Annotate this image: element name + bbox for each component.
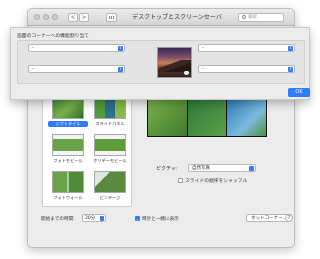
thumbnail-shifting-tiles[interactable] — [52, 97, 84, 119]
screen-saver-label[interactable]: ホリデーモビール — [90, 158, 130, 164]
bottom-left-corner-select[interactable]: - ⇕ — [28, 65, 125, 73]
help-button[interactable]: ? — [285, 214, 293, 222]
preview-tile — [227, 100, 267, 136]
back-button[interactable]: < — [68, 13, 78, 22]
corner-value: - — [32, 66, 34, 72]
search-icon — [242, 14, 246, 19]
chevron-up-down-icon: ⇕ — [118, 46, 123, 51]
screen-saver-label[interactable]: フォトウォール — [48, 195, 88, 201]
shuffle-label: スライドの順序をシャッフル — [185, 179, 248, 184]
checkmark-icon: ✓ — [135, 216, 140, 222]
thumbnail-sliding-panels[interactable] — [94, 97, 126, 119]
start-after-select[interactable]: 20分 — [82, 214, 106, 222]
search-field[interactable]: 検索 — [238, 13, 284, 22]
top-left-corner-select[interactable]: - ⇕ — [28, 44, 125, 52]
picture-source-value: 自然写真 — [192, 166, 210, 171]
sheet-title: 画面のコーナーへの機能割り当て — [17, 34, 89, 39]
checkbox-icon — [178, 178, 183, 183]
show-with-clock-label: 時計と一緒に表示 — [142, 217, 179, 222]
show-all-button[interactable] — [106, 13, 117, 22]
chevron-down-icon — [100, 216, 104, 221]
start-after-value: 20分 — [85, 216, 96, 221]
picture-source-select[interactable]: 自然写真 — [188, 164, 256, 172]
thumbnail-photo-wall[interactable] — [52, 171, 84, 193]
screen-saver-preview — [147, 99, 267, 137]
thumbnail-vintage-prints[interactable] — [94, 171, 126, 193]
minimize-window-button[interactable] — [43, 14, 49, 20]
screen-saver-list: シフトタイル スライドパネル フォトモビール ホリデーモビール フォトウォール … — [42, 93, 132, 207]
screen-saver-label[interactable]: シフトタイル — [48, 121, 88, 127]
show-with-clock-checkbox[interactable]: ✓ 時計と一緒に表示 — [135, 216, 179, 222]
screen-saver-label[interactable]: フォトモビール — [48, 158, 88, 164]
hot-corners-group: - ⇕ - ⇕ - ⇕ - ⇕ — [17, 40, 305, 84]
desktop-icon — [184, 71, 189, 75]
zoom-window-button[interactable] — [52, 14, 58, 20]
top-right-corner-select[interactable]: - ⇕ — [198, 44, 295, 52]
window-title: デスクトップとスクリーンセーバ — [132, 14, 222, 21]
screen-saver-label[interactable]: ビンテージ — [90, 195, 130, 201]
hot-corners-sheet: 画面のコーナーへの機能割り当て - ⇕ - ⇕ - ⇕ - ⇕ OK — [10, 27, 310, 100]
thumbnail-photo-mobile[interactable] — [52, 134, 84, 156]
corner-value: - — [202, 45, 204, 51]
start-after-label: 開始までの時間: — [41, 217, 75, 222]
preview-tile — [148, 100, 187, 136]
search-placeholder: 検索 — [248, 15, 257, 20]
chevron-up-down-icon: ⇕ — [288, 46, 293, 51]
chevron-up-down-icon: ⇕ — [288, 67, 293, 72]
ok-button[interactable]: OK — [288, 88, 310, 97]
chevron-down-icon — [249, 166, 254, 171]
screen-saver-label[interactable]: スライドパネル — [90, 121, 130, 127]
preview-tile — [187, 100, 227, 136]
corner-value: - — [32, 45, 34, 51]
thumbnail-holiday-mobile[interactable] — [94, 134, 126, 156]
picture-source-label: ピクチャ: — [156, 166, 178, 172]
grid-icon — [109, 16, 114, 19]
chevron-up-down-icon: ⇕ — [118, 67, 123, 72]
bottom-right-corner-select[interactable]: - ⇕ — [198, 65, 295, 73]
desktop-preview-image — [157, 47, 192, 78]
corner-value: - — [202, 66, 204, 72]
close-window-button[interactable] — [34, 14, 40, 20]
shuffle-checkbox[interactable]: スライドの順序をシャッフル — [178, 177, 247, 184]
title-bar: < > デスクトップとスクリーンセーバ 検索 — [28, 9, 294, 26]
forward-button[interactable]: > — [79, 13, 89, 22]
